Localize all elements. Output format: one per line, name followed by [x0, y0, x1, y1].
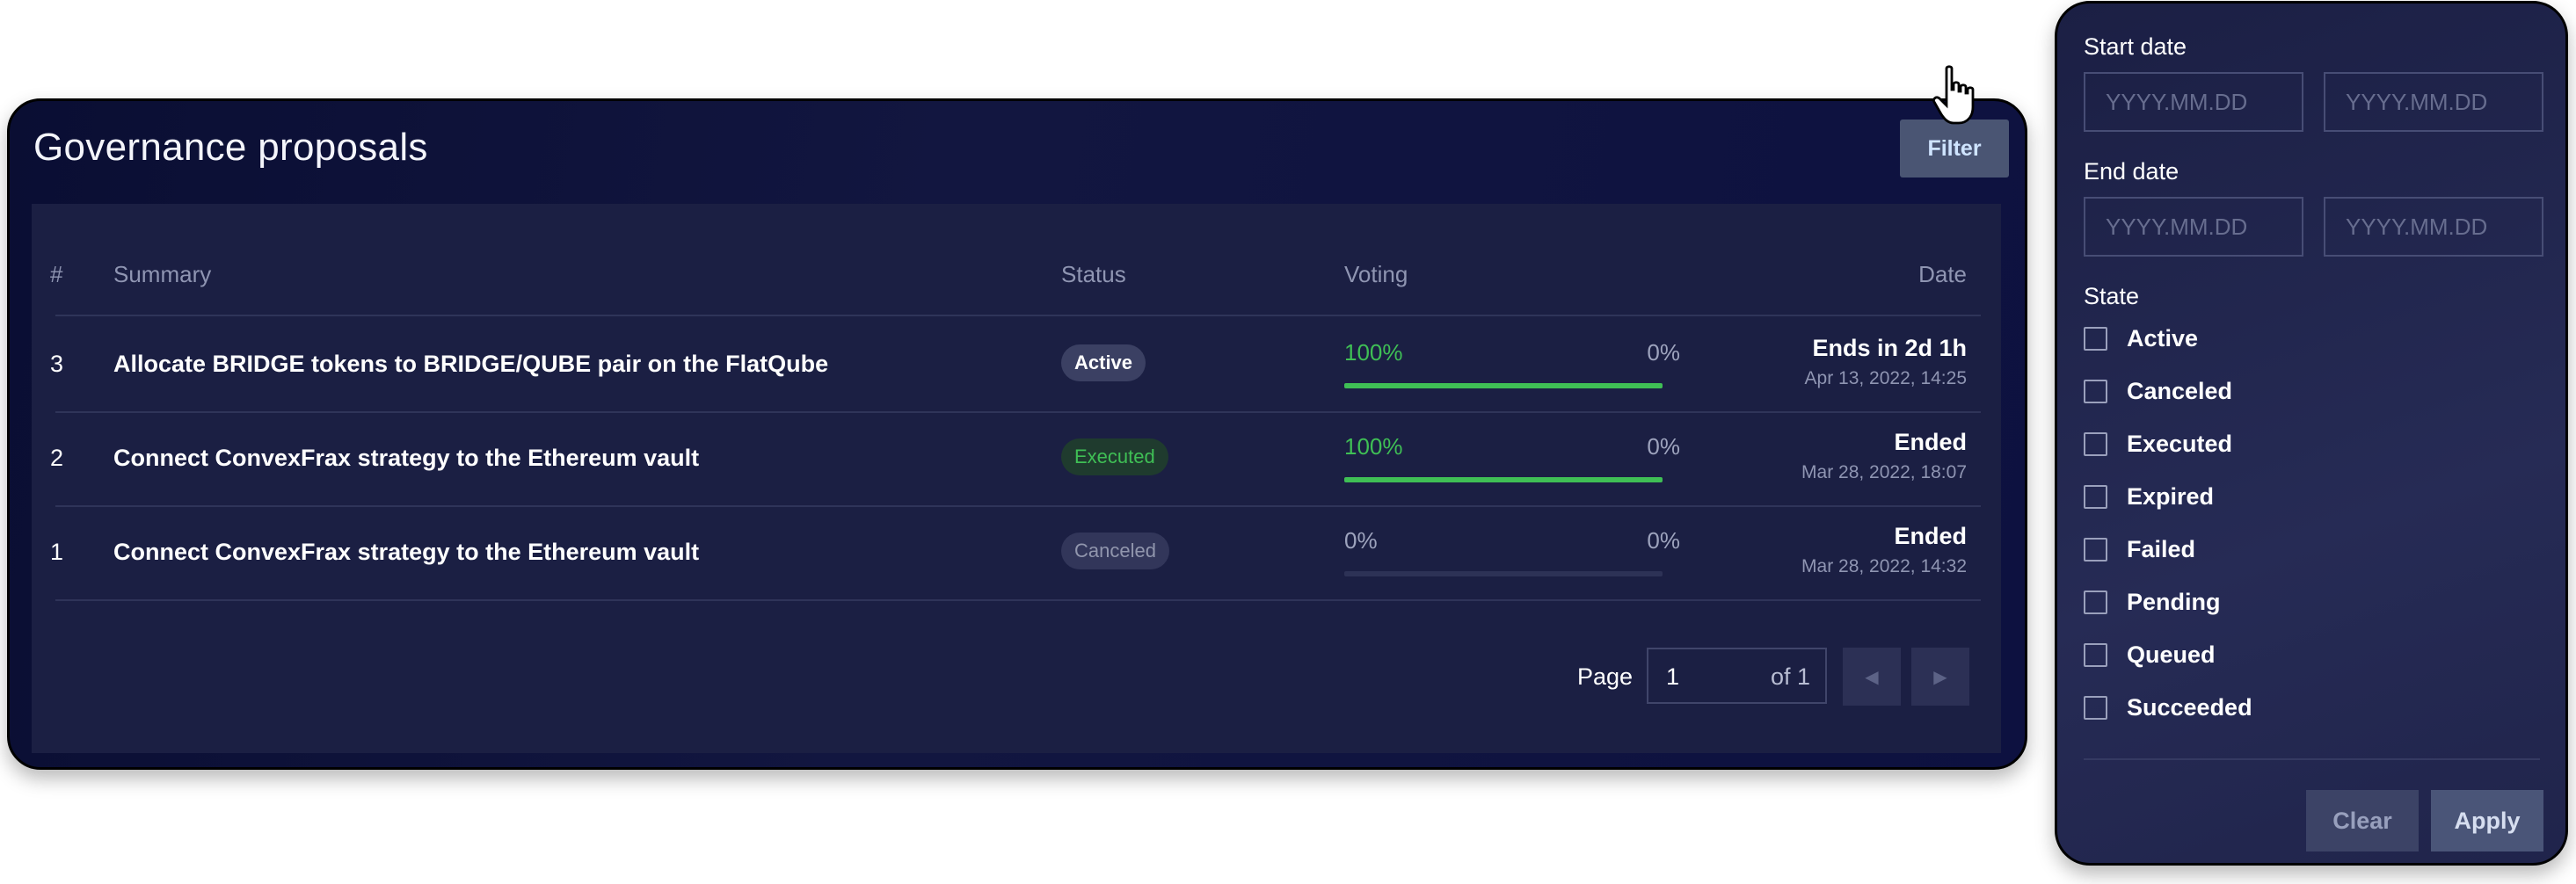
vote-progress-bar — [1344, 477, 1663, 482]
panel-divider — [2084, 758, 2540, 760]
end-date-from-input[interactable]: YYYY.MM.DD — [2084, 197, 2303, 257]
checkbox[interactable] — [2084, 379, 2107, 403]
page-number-value: 1 — [1666, 663, 1680, 690]
end-date-label: End date — [2084, 158, 2179, 185]
prev-page-button[interactable]: ◀ — [1843, 648, 1901, 706]
date-timestamp: Apr 13, 2022, 14:25 — [1804, 368, 1967, 388]
start-date-to-input[interactable]: YYYY.MM.DD — [2324, 72, 2543, 132]
pagination-label: Page — [1577, 663, 1634, 690]
state-option-executed[interactable]: Executed — [2084, 426, 2232, 461]
checkbox[interactable] — [2084, 537, 2107, 562]
vote-yes-percent: 100% — [1344, 433, 1403, 460]
vote-progress-fill — [1344, 477, 1663, 482]
row-divider — [55, 599, 1981, 601]
vote-no-percent: 0% — [1647, 527, 1680, 554]
vote-no-percent: 0% — [1647, 339, 1680, 366]
proposal-summary-link[interactable]: Connect ConvexFrax strategy to the Ether… — [113, 539, 699, 566]
page-title: Governance proposals — [33, 126, 428, 169]
header-voting: Voting — [1344, 261, 1408, 287]
apply-button[interactable]: Apply — [2431, 790, 2543, 851]
date-status: Ended — [1894, 429, 1967, 455]
hand-cursor-icon — [1932, 65, 1975, 125]
status-badge: Active — [1061, 344, 1146, 381]
governance-proposals-card: Governance proposals Filter # Summary St… — [7, 98, 2027, 770]
chevron-left-icon: ◀ — [1865, 667, 1879, 687]
start-date-from-input[interactable]: YYYY.MM.DD — [2084, 72, 2303, 132]
checkbox[interactable] — [2084, 642, 2107, 667]
vote-yes-percent: 100% — [1344, 339, 1403, 366]
state-option-queued[interactable]: Queued — [2084, 637, 2216, 672]
clear-button[interactable]: Clear — [2306, 790, 2419, 851]
proposal-summary-link[interactable]: Connect ConvexFrax strategy to the Ether… — [113, 445, 699, 472]
vote-progress-bar — [1344, 571, 1663, 576]
status-badge: Canceled — [1061, 533, 1169, 569]
state-label: State — [2084, 283, 2140, 309]
end-date-to-input[interactable]: YYYY.MM.DD — [2324, 197, 2543, 257]
vote-progress-bar — [1344, 383, 1663, 388]
proposal-summary-link[interactable]: Allocate BRIDGE tokens to BRIDGE/QUBE pa… — [113, 351, 828, 378]
start-date-label: Start date — [2084, 33, 2187, 60]
state-option-canceled[interactable]: Canceled — [2084, 373, 2232, 409]
row-number: 3 — [50, 351, 64, 377]
chevron-right-icon: ▶ — [1933, 667, 1947, 687]
state-option-pending[interactable]: Pending — [2084, 584, 2221, 620]
row-number: 2 — [50, 445, 64, 471]
checkbox[interactable] — [2084, 695, 2107, 720]
checkbox[interactable] — [2084, 326, 2107, 351]
date-timestamp: Mar 28, 2022, 14:32 — [1801, 556, 1967, 576]
vote-no-percent: 0% — [1647, 433, 1680, 460]
date-status: Ended — [1894, 523, 1967, 549]
filter-button[interactable]: Filter — [1900, 120, 2009, 178]
state-option-active[interactable]: Active — [2084, 321, 2198, 356]
status-badge: Executed — [1061, 438, 1168, 475]
header-summary: Summary — [113, 261, 212, 287]
next-page-button[interactable]: ▶ — [1911, 648, 1969, 706]
state-option-expired[interactable]: Expired — [2084, 479, 2214, 514]
state-option-succeeded[interactable]: Succeeded — [2084, 690, 2252, 725]
header-status: Status — [1061, 261, 1126, 287]
header-divider — [55, 315, 1981, 316]
row-divider — [55, 505, 1981, 507]
checkbox[interactable] — [2084, 484, 2107, 509]
date-status: Ends in 2d 1h — [1812, 335, 1967, 361]
header-number: # — [50, 261, 63, 287]
checkbox[interactable] — [2084, 590, 2107, 614]
row-number: 1 — [50, 539, 64, 565]
page-total: of 1 — [1771, 663, 1811, 690]
header-date: Date — [1918, 261, 1967, 287]
filter-panel: Start date YYYY.MM.DD YYYY.MM.DD End dat… — [2055, 1, 2568, 866]
date-timestamp: Mar 28, 2022, 18:07 — [1801, 462, 1967, 482]
checkbox[interactable] — [2084, 431, 2107, 456]
vote-progress-fill — [1344, 383, 1663, 388]
vote-yes-percent: 0% — [1344, 527, 1378, 554]
state-option-failed[interactable]: Failed — [2084, 532, 2195, 567]
row-divider — [55, 411, 1981, 413]
